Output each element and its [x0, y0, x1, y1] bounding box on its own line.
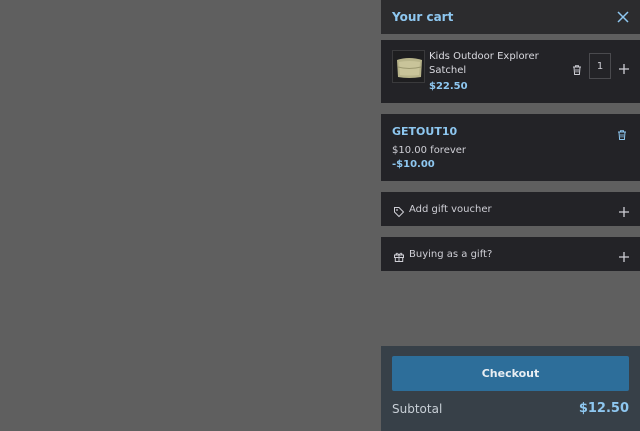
close-icon[interactable] — [616, 10, 630, 24]
plus-icon[interactable] — [618, 60, 630, 74]
trash-icon[interactable] — [571, 61, 583, 75]
plus-icon[interactable] — [618, 248, 630, 262]
product-price: $22.50 — [429, 81, 468, 92]
cart-title: Your cart — [392, 10, 454, 24]
cart-item: Kids Outdoor Explorer Satchel $22.50 1 — [381, 40, 640, 103]
page-backdrop[interactable] — [0, 0, 381, 431]
product-thumbnail[interactable] — [392, 50, 425, 83]
coupon-card: GETOUT10 $10.00 forever -$10.00 — [381, 114, 640, 181]
add-gift-voucher-label: Add gift voucher — [409, 203, 492, 215]
cart-footer: Checkout Subtotal $12.50 — [381, 346, 640, 431]
cart-drawer: Your cart Kids Outdoor Explorer Satchel … — [381, 0, 640, 431]
subtotal-value: $12.50 — [578, 401, 629, 416]
trash-icon[interactable] — [616, 126, 628, 140]
add-gift-voucher-row[interactable]: Add gift voucher — [381, 192, 640, 226]
quantity-field[interactable]: 1 — [589, 53, 611, 79]
checkout-button[interactable]: Checkout — [392, 356, 629, 391]
coupon-description: $10.00 forever — [392, 145, 467, 156]
gift-icon — [393, 248, 405, 262]
subtotal-label: Subtotal — [392, 402, 443, 416]
product-name[interactable]: Kids Outdoor Explorer Satchel — [429, 50, 569, 78]
buying-as-gift-row[interactable]: Buying as a gift? — [381, 237, 640, 271]
tag-icon — [393, 203, 405, 218]
coupon-discount: -$10.00 — [392, 159, 435, 170]
plus-icon[interactable] — [618, 203, 630, 217]
coupon-code: GETOUT10 — [392, 125, 458, 138]
cart-header: Your cart — [381, 0, 640, 34]
buying-as-gift-label: Buying as a gift? — [409, 248, 493, 260]
